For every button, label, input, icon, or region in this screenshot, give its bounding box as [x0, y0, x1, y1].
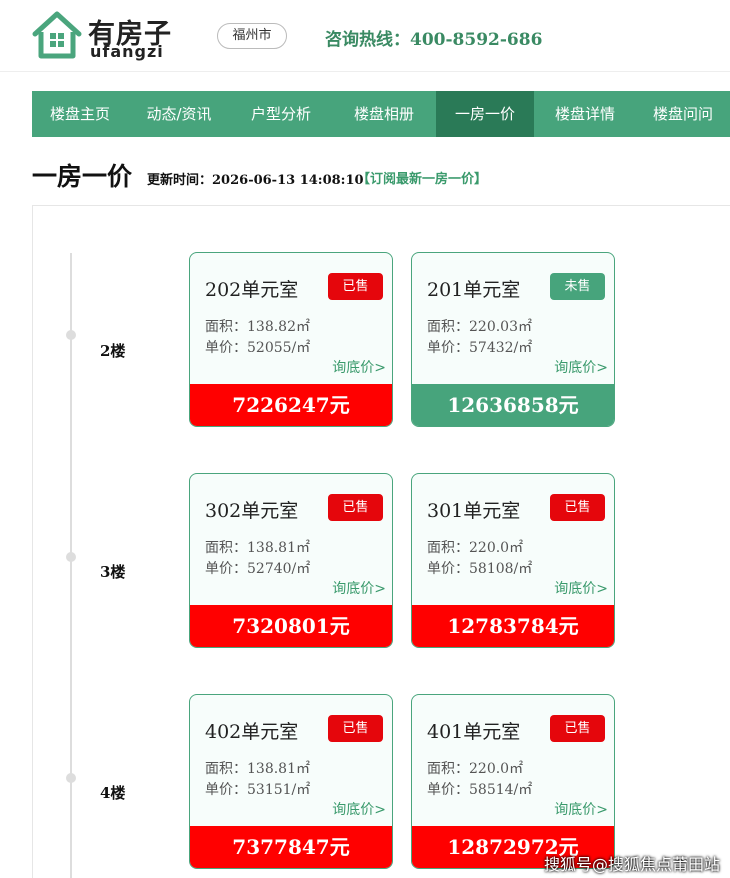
unit-area: 面积：220.03㎡ [427, 319, 532, 335]
unit-area: 面积：138.81㎡ [205, 761, 310, 777]
ask-price-link[interactable]: 询底价> [554, 357, 608, 377]
unit-card[interactable]: 402单元室 已售 面积：138.81㎡ 单价：53151/㎡ 询底价> 737… [189, 694, 393, 869]
unit-room: 201单元室 [427, 279, 521, 301]
total-price: 7320801元 [190, 605, 392, 647]
unit-room: 402单元室 [205, 721, 299, 743]
floor-label: 3楼 [100, 563, 126, 581]
unit-card[interactable]: 301单元室 已售 面积：220.0㎡ 单价：58108/㎡ 询底价> 1278… [411, 473, 615, 648]
site-header: 有房子 ufangzi 福州市 咨询热线：400-8592-686 [0, 0, 730, 72]
logo-subtext: ufangzi [90, 42, 164, 61]
timeline-dot [66, 330, 76, 340]
house-icon [32, 11, 82, 59]
site-logo[interactable]: 有房子 ufangzi [32, 10, 182, 62]
floor-timeline [70, 253, 72, 878]
unit-price: 单价：53151/㎡ [205, 782, 311, 798]
total-price: 12783784元 [412, 605, 614, 647]
unit-price: 单价：52740/㎡ [205, 561, 311, 577]
subscribe-link[interactable]: 【订阅最新一房一价】 [357, 168, 487, 187]
unit-area: 面积：220.0㎡ [427, 761, 524, 777]
timeline-dot [66, 773, 76, 783]
unit-card[interactable]: 302单元室 已售 面积：138.81㎡ 单价：52740/㎡ 询底价> 732… [189, 473, 393, 648]
page-title: 一房一价 [32, 162, 133, 191]
unit-area: 面积：138.81㎡ [205, 540, 310, 556]
update-time-value: 2026-06-13 14:08:10 [212, 173, 364, 188]
hotline-label: 咨询热线： [325, 30, 410, 50]
status-badge: 未售 [550, 273, 605, 300]
timeline-dot [66, 552, 76, 562]
city-selector[interactable]: 福州市 [217, 23, 287, 49]
unit-area: 面积：220.0㎡ [427, 540, 524, 556]
floor-label: 2楼 [100, 342, 126, 360]
status-badge: 已售 [328, 715, 383, 742]
unit-area: 面积：138.82㎡ [205, 319, 310, 335]
nav-item-details[interactable]: 楼盘详情 [534, 91, 636, 137]
total-price: 7226247元 [190, 384, 392, 426]
unit-room: 301单元室 [427, 500, 521, 522]
total-price: 7377847元 [190, 826, 392, 868]
ask-price-link[interactable]: 询底价> [332, 357, 386, 377]
floor-label: 4楼 [100, 784, 126, 802]
unit-room: 302单元室 [205, 500, 299, 522]
status-badge: 已售 [328, 273, 383, 300]
ask-price-link[interactable]: 询底价> [554, 799, 608, 819]
watermark: 搜狐号@搜狐焦点莆田站 [544, 855, 721, 874]
hotline: 咨询热线：400-8592-686 [325, 25, 542, 50]
nav-item-qa[interactable]: 楼盘问问 [636, 91, 730, 137]
ask-price-link[interactable]: 询底价> [332, 578, 386, 598]
ask-price-link[interactable]: 询底价> [554, 578, 608, 598]
unit-price: 单价：57432/㎡ [427, 340, 533, 356]
total-price: 12636858元 [412, 384, 614, 426]
main-nav: 楼盘主页 动态/资讯 户型分析 楼盘相册 一房一价 楼盘详情 楼盘问问 [32, 91, 730, 137]
status-badge: 已售 [328, 494, 383, 521]
unit-price: 单价：58108/㎡ [427, 561, 533, 577]
update-time-label: 更新时间： [147, 173, 213, 188]
ask-price-link[interactable]: 询底价> [332, 799, 386, 819]
unit-price: 单价：52055/㎡ [205, 340, 311, 356]
nav-item-home[interactable]: 楼盘主页 [32, 91, 128, 137]
hotline-number: 400-8592-686 [410, 30, 543, 50]
nav-item-album[interactable]: 楼盘相册 [332, 91, 436, 137]
status-badge: 已售 [550, 715, 605, 742]
unit-card[interactable]: 401单元室 已售 面积：220.0㎡ 单价：58514/㎡ 询底价> 1287… [411, 694, 615, 869]
status-badge: 已售 [550, 494, 605, 521]
unit-room: 202单元室 [205, 279, 299, 301]
nav-item-price-list[interactable]: 一房一价 [436, 91, 534, 137]
nav-item-floorplans[interactable]: 户型分析 [230, 91, 332, 137]
unit-room: 401单元室 [427, 721, 521, 743]
update-time: 更新时间：2026-06-13 14:08:10 [147, 169, 364, 188]
nav-item-news[interactable]: 动态/资讯 [128, 91, 230, 137]
unit-card[interactable]: 202单元室 已售 面积：138.82㎡ 单价：52055/㎡ 询底价> 722… [189, 252, 393, 427]
unit-price: 单价：58514/㎡ [427, 782, 533, 798]
unit-card[interactable]: 201单元室 未售 面积：220.03㎡ 单价：57432/㎡ 询底价> 126… [411, 252, 615, 427]
